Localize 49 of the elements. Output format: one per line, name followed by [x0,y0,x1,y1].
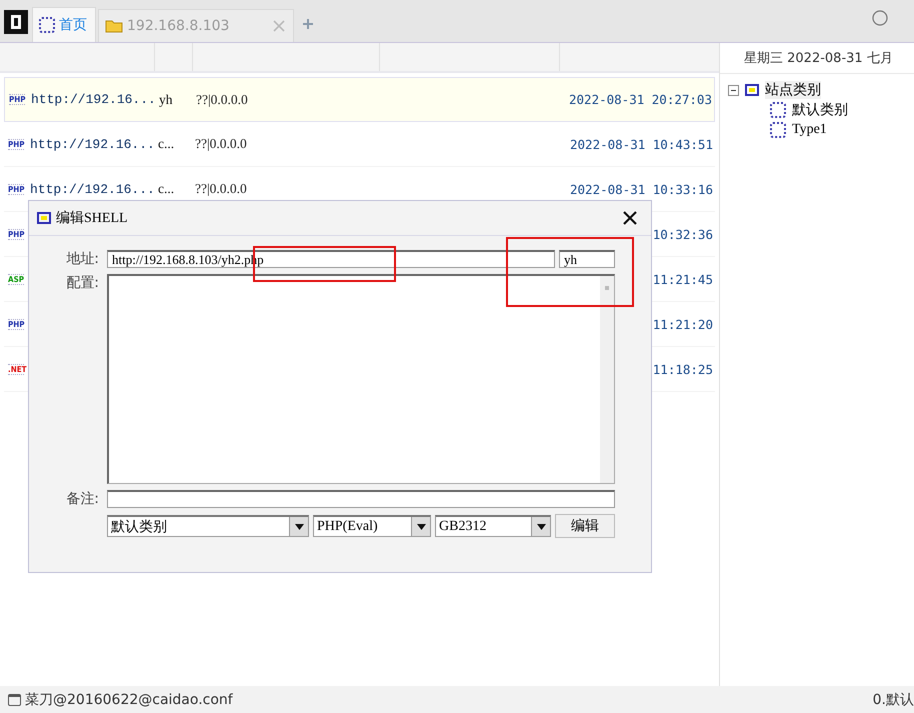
date-text: 星期三 2022-08-31 七月 [744,50,893,67]
script-type-dropdown[interactable]: PHP(Eval) [313,515,431,537]
dropdown-arrow-icon[interactable] [536,524,546,530]
table-cell-text: 10:32:36 [652,226,714,242]
window-icon [745,84,759,96]
table-cell-text: ??|0.0.0.0 [195,136,248,152]
circle-icon[interactable] [872,10,888,26]
encoding-dropdown[interactable]: GB2312 [435,515,551,537]
close-icon[interactable] [623,211,637,225]
collapse-icon[interactable] [728,84,739,96]
app-logo-icon [4,10,28,34]
table-cell-text: c... [158,136,176,152]
password-field[interactable]: yh [559,250,615,268]
note-field[interactable] [107,490,615,508]
table-cell-text: http://192.16... [30,182,156,196]
table-cell-text: 2022-08-31 10:33:16 [570,182,714,196]
dotted-square-icon [39,17,55,33]
table-cell-text: 11:18:25 [652,362,714,376]
table-cell-text: ??|0.0.0.0 [195,181,248,197]
field-label: 地址: [65,250,99,268]
field-label: 配置: [65,274,99,292]
table-row[interactable]: PHP http://192.16... yh ??|0.0.0.0 2022-08-31 20:27:03 [4,77,715,122]
table-cell-text: yh [159,92,174,108]
tree-item[interactable]: 默认类别 [792,101,848,119]
table-cell-text: 2022-08-31 10:43:51 [570,136,714,152]
tree-item[interactable]: 站点类别 [765,81,821,99]
tab[interactable]: 首页 [32,7,96,42]
table-cell-text: c... [158,181,176,197]
tree-item[interactable]: Type1 [792,122,827,138]
field-label: 备注: [65,490,99,508]
table-cell-text: 2022-08-31 20:27:03 [569,92,713,107]
dropdown-arrow-icon[interactable] [294,524,304,530]
table-cell-text: http://192.16... [30,136,156,152]
window-icon [37,212,51,224]
table-cell-text: http://192.16... [31,92,157,107]
folder-icon [105,19,123,33]
table-cell-text: ??|0.0.0.0 [196,92,249,108]
dialog-title: 编辑SHELL [56,210,128,227]
window-icon [8,694,21,706]
status-text: 菜刀@20160622@caidao.conf [25,690,233,708]
table-row[interactable]: PHP http://192.16... c... ??|0.0.0.0 2022-08-31 10:43:51 [4,122,715,167]
dotted-square-icon [770,102,786,118]
dropdown-arrow-icon[interactable] [416,524,426,530]
table-cell-text: 11:21:45 [652,272,714,286]
dotted-square-icon [770,122,786,138]
edit-button[interactable]: 编辑 [555,514,615,538]
table-cell-text: 11:21:20 [652,316,714,332]
category-dropdown[interactable]: 默认类别 [107,515,309,537]
status-text: 0.默认 [872,690,914,708]
